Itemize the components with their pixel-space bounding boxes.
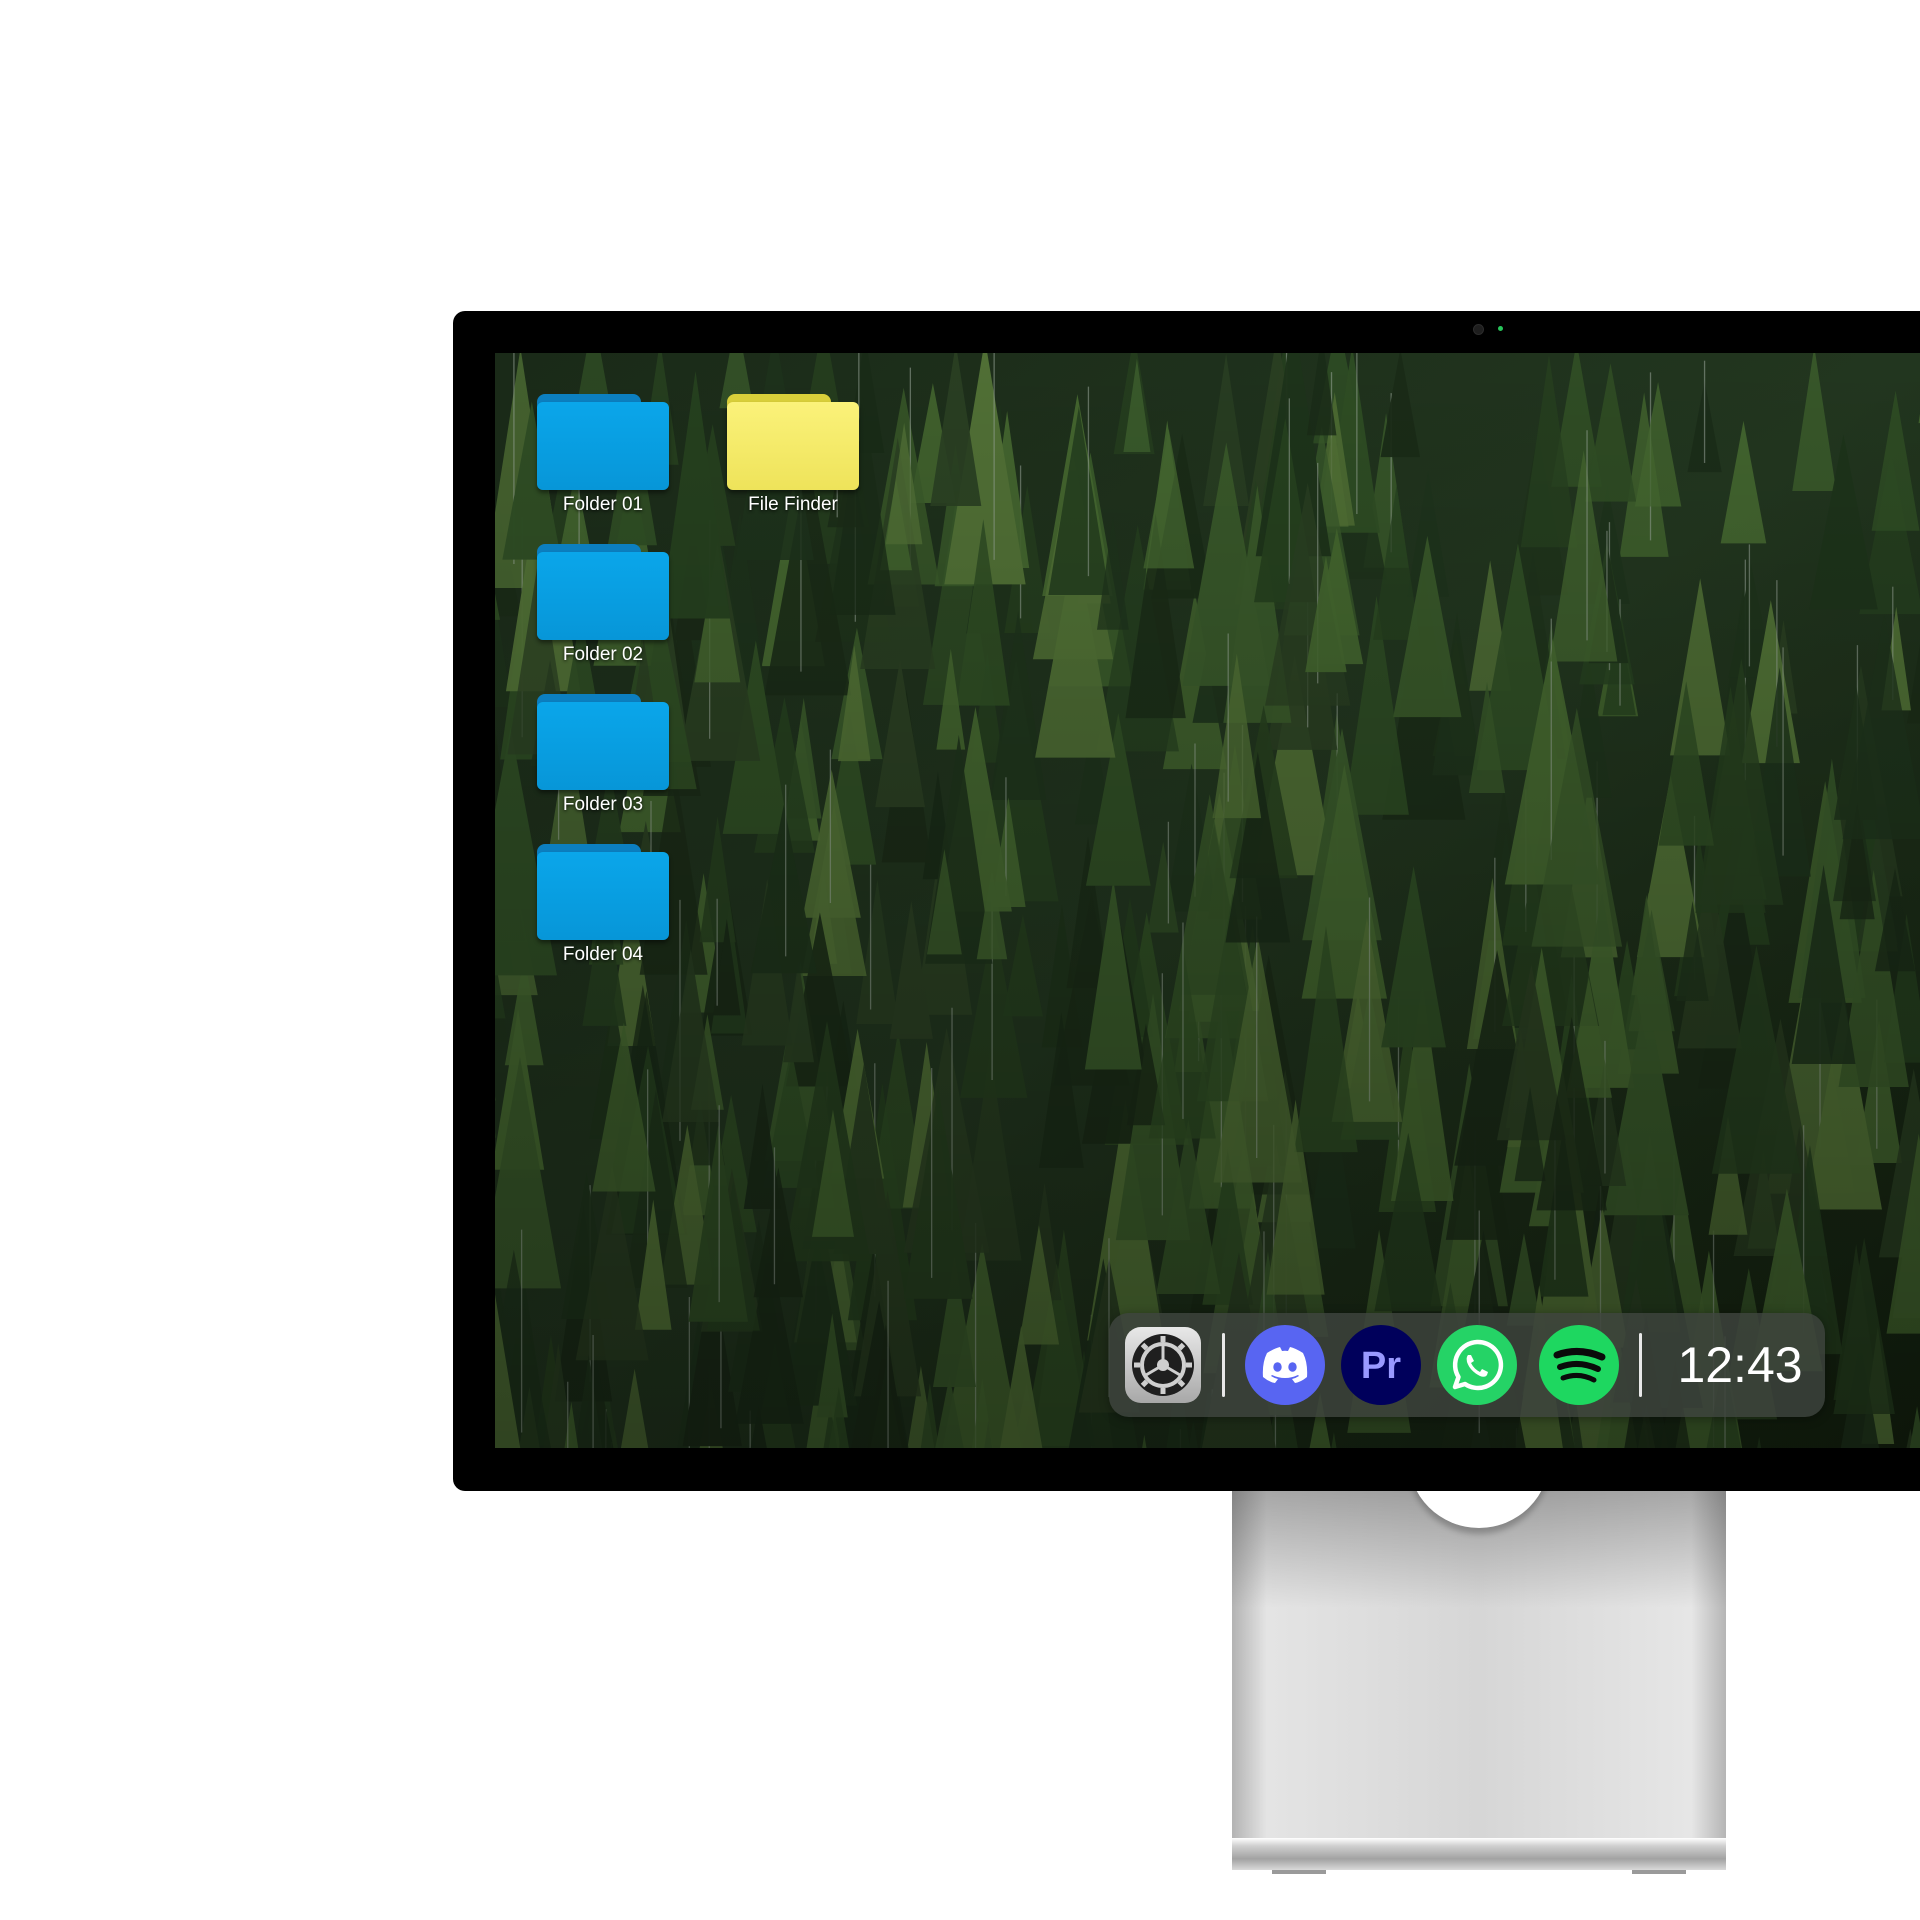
premiere-pro-icon: Pr [1341,1325,1421,1405]
dock-app-discord[interactable] [1245,1325,1325,1405]
folder-label: Folder 03 [562,794,644,815]
desktop-file-finder[interactable]: File Finder [685,394,859,524]
whatsapp-icon [1437,1325,1517,1405]
dock-app-settings[interactable] [1123,1325,1203,1405]
dock-separator [1222,1333,1225,1397]
foot-pad-left [1272,1870,1326,1874]
dock-app-premiere-pro[interactable]: Pr [1341,1325,1421,1405]
spotify-icon [1539,1325,1619,1405]
folder-label: Folder 04 [562,944,644,965]
desktop-folder-02[interactable]: Folder 02 [495,544,669,674]
desktop-screen: Folder 01 Folder 02 Folder 03 Folder 04 … [495,353,1920,1448]
folder-label: File Finder [748,494,838,515]
blue-folder-icon [537,844,669,944]
monitor-stand [1232,1418,1726,1866]
camera-led [1498,326,1503,331]
desktop-folder-03[interactable]: Folder 03 [495,694,669,824]
camera-icon [1473,324,1484,335]
blue-folder-icon [537,694,669,794]
foot-pad-right [1632,1870,1686,1874]
yellow-folder-icon [727,394,859,494]
folder-label: Folder 02 [562,644,644,665]
taskbar-dock: Pr 12:43 [1109,1313,1825,1417]
dock-separator [1639,1333,1642,1397]
dock-app-spotify[interactable] [1539,1325,1619,1405]
dock-app-whatsapp[interactable] [1437,1325,1517,1405]
stand-foot [1232,1838,1726,1874]
desktop-folder-04[interactable]: Folder 04 [495,844,669,974]
monitor-bezel: Folder 01 Folder 02 Folder 03 Folder 04 … [453,311,1920,1491]
premiere-pro-text: Pr [1361,1345,1401,1387]
gear-icon [1125,1327,1201,1403]
blue-folder-icon [537,544,669,644]
clock-time: 12:43 [1677,1337,1803,1393]
blue-folder-icon [537,394,669,494]
folder-label: Folder 01 [562,494,644,515]
desktop-folder-01[interactable]: Folder 01 [495,394,669,524]
discord-icon [1245,1325,1325,1405]
